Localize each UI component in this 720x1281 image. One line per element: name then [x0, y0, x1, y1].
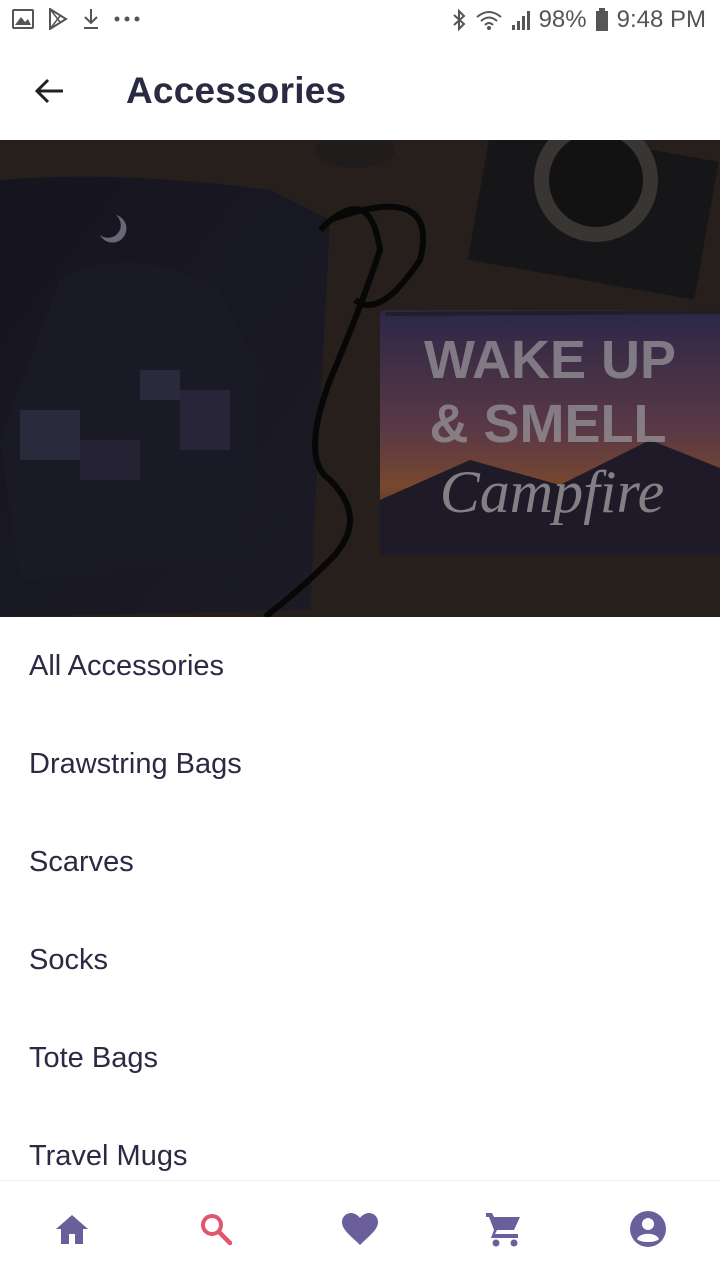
- download-icon: [82, 8, 100, 30]
- category-socks[interactable]: Socks: [0, 911, 720, 1009]
- search-icon: [199, 1212, 233, 1251]
- nav-cart[interactable]: [432, 1181, 576, 1281]
- wifi-icon: [475, 9, 503, 31]
- battery-icon: [595, 8, 609, 32]
- nav-favorites[interactable]: [288, 1181, 432, 1281]
- nav-account[interactable]: [576, 1181, 720, 1281]
- image-icon: [12, 9, 34, 29]
- bottom-navigation: [0, 1180, 720, 1281]
- heart-icon: [341, 1212, 379, 1251]
- category-scarves[interactable]: Scarves: [0, 813, 720, 911]
- category-tote-bags[interactable]: Tote Bags: [0, 1009, 720, 1107]
- app-bar: Accessories: [0, 44, 720, 140]
- clock: 9:48 PM: [616, 6, 706, 33]
- category-banner-image: WAKE UP & SMELL Campfire: [0, 140, 720, 617]
- cart-icon: [485, 1211, 523, 1252]
- nav-search[interactable]: [144, 1181, 288, 1281]
- battery-percent: 98%: [538, 6, 587, 33]
- category-all-accessories[interactable]: All Accessories: [0, 617, 720, 715]
- status-bar: 98% 9:48 PM: [0, 0, 720, 44]
- back-button[interactable]: [24, 68, 74, 118]
- signal-icon: [511, 9, 531, 31]
- nav-home[interactable]: [0, 1181, 144, 1281]
- more-icon: [114, 16, 140, 22]
- home-icon: [54, 1212, 90, 1251]
- category-list: All Accessories Drawstring Bags Scarves …: [0, 617, 720, 1205]
- play-store-icon: [48, 8, 68, 30]
- page-title: Accessories: [126, 70, 347, 111]
- category-drawstring-bags[interactable]: Drawstring Bags: [0, 715, 720, 813]
- account-icon: [629, 1210, 667, 1253]
- arrow-left-icon: [33, 77, 65, 110]
- bluetooth-icon: [451, 8, 467, 32]
